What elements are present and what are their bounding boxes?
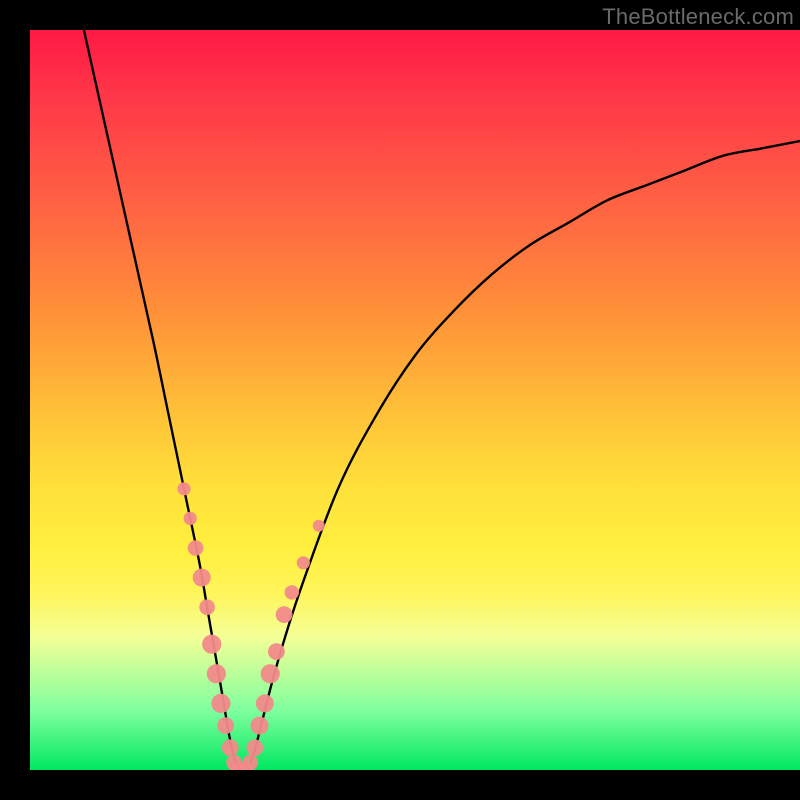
marker-dot [246, 739, 263, 756]
marker-dot [217, 717, 234, 734]
chart-frame: TheBottleneck.com [0, 0, 800, 800]
watermark-text: TheBottleneck.com [602, 4, 794, 30]
marker-dot [207, 664, 226, 683]
marker-dot [222, 739, 239, 756]
marker-dot [256, 694, 274, 712]
marker-dot [184, 512, 197, 525]
marker-dot [250, 717, 268, 735]
marker-dot [261, 664, 280, 683]
marker-dot [276, 606, 293, 623]
marker-dot [211, 694, 230, 713]
marker-dot [285, 585, 299, 599]
marker-dot [202, 635, 221, 654]
chart-svg [30, 30, 800, 770]
marker-dot [199, 599, 215, 615]
marker-dot [268, 643, 285, 660]
marker-dot [177, 482, 190, 495]
marker-dot [242, 755, 258, 770]
marker-dot [313, 520, 325, 532]
marker-dot [193, 569, 211, 587]
marker-dot [297, 556, 310, 569]
marker-dot [188, 540, 204, 556]
bottleneck-curve [84, 30, 800, 770]
chart-plot-area [30, 30, 800, 770]
highlighted-points [177, 482, 324, 770]
